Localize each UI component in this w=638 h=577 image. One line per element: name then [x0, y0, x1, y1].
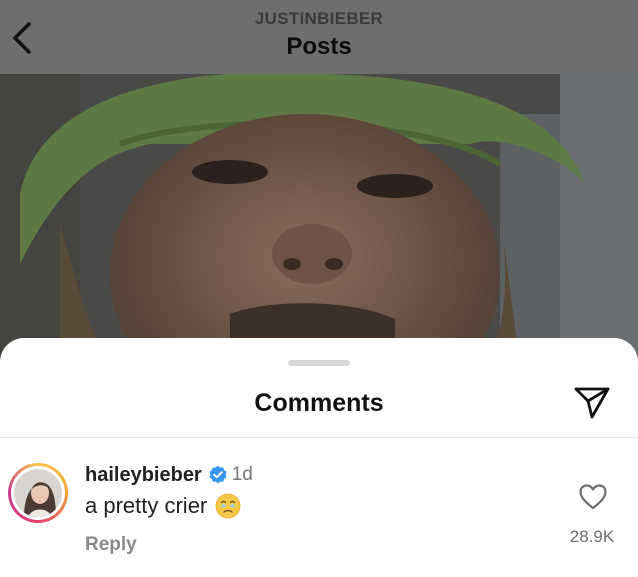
divider	[0, 437, 638, 438]
like-button[interactable]	[578, 482, 608, 512]
verified-badge-icon	[208, 465, 228, 485]
share-button[interactable]	[572, 384, 612, 420]
comment-username[interactable]: haileybieber	[85, 464, 202, 487]
comment-header: haileybieber 1d	[85, 462, 253, 488]
header-bar: JUSTINBIEBER Posts	[0, 0, 638, 74]
face-holding-back-tears-emoji-icon	[215, 493, 241, 519]
drag-handle[interactable]	[288, 360, 350, 366]
page-title: Posts	[286, 33, 352, 60]
comments-sheet: Comments haileybieber 1d a pretty crier …	[0, 338, 638, 577]
header-username[interactable]: JUSTINBIEBER	[0, 9, 638, 29]
post-photo	[0, 74, 638, 364]
paper-plane-icon	[574, 387, 610, 419]
heart-icon	[579, 484, 607, 510]
avatar	[14, 469, 62, 517]
reply-button[interactable]: Reply	[85, 534, 137, 556]
avatar-story-ring[interactable]	[8, 463, 68, 523]
sheet-title: Comments	[254, 389, 384, 417]
like-count: 28.9K	[569, 527, 615, 546]
comment-timestamp: 1d	[231, 464, 253, 485]
comment-text: a pretty crier	[85, 493, 208, 518]
comment-text-row: a pretty crier	[85, 492, 241, 520]
